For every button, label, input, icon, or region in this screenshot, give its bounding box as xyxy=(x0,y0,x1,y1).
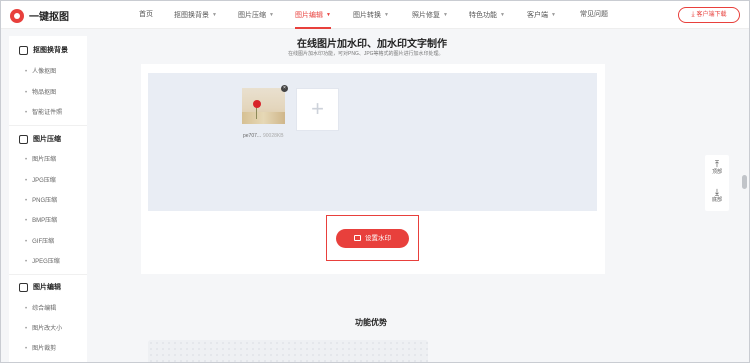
sidebar-section-title[interactable]: 图片压缩 xyxy=(9,133,87,145)
sidebar-item-combined-edit[interactable]: 综合编辑 xyxy=(25,304,56,314)
chevron-down-icon: ▼ xyxy=(384,12,389,18)
nav-item-cutout[interactable]: 抠图换背景 ▼ xyxy=(174,1,217,29)
sidebar-section-cutout: 抠图换背景 xyxy=(9,44,87,56)
sidebar-section-title[interactable]: 图片编辑 xyxy=(9,281,87,293)
set-watermark-button[interactable]: 设置水印 xyxy=(336,229,409,248)
plus-icon: + xyxy=(311,96,324,121)
top-nav-bar: 一键抠图 首页 抠图换背景 ▼ 图片压缩 ▼ 图片编辑 ▼ 图片转换 ▼ 照片修复 ▼ 特… xyxy=(1,1,749,29)
chevron-down-icon: ▼ xyxy=(212,12,217,18)
sidebar-item-resize[interactable]: 图片改大小 xyxy=(25,324,62,334)
vertical-scrollbar[interactable] xyxy=(740,29,749,362)
sidebar-item-png-compress[interactable]: PNG压缩 xyxy=(25,196,57,206)
page-description: 在线图片加水印功能，可对PNG、JPG等格式的图片进行加水印处理。 xyxy=(288,51,444,57)
page-title: 在线图片加水印、加水印文字制作 xyxy=(297,39,447,50)
float-toolbar: ⤒ 顶部 ⤓ 底部 xyxy=(705,155,729,211)
nav-item-home[interactable]: 首页 xyxy=(139,1,153,29)
uploaded-image-thumbnail[interactable] xyxy=(242,88,285,124)
edit-icon xyxy=(19,282,28,292)
nav-item-repair[interactable]: 照片修复 ▼ xyxy=(412,1,448,29)
advantages-heading: 功能优势 xyxy=(355,318,387,327)
logo-icon xyxy=(10,8,24,23)
sidebar-item-object-cutout[interactable]: 物品抠图 xyxy=(25,88,56,98)
nav-item-edit[interactable]: 图片编辑 ▼ xyxy=(295,1,331,29)
sidebar-section-title[interactable]: 抠图换背景 xyxy=(9,44,87,56)
chevron-down-icon: ▼ xyxy=(551,12,556,18)
sidebar-item-gif-compress[interactable]: GIF压缩 xyxy=(25,237,54,247)
sidebar-item-portrait-cutout[interactable]: 人像抠图 xyxy=(25,67,56,77)
scrollbar-thumb[interactable] xyxy=(742,175,747,189)
arrow-down-to-bottom-icon: ⤓ xyxy=(715,187,719,197)
divider xyxy=(9,125,87,126)
sidebar-item-crop[interactable]: 图片裁剪 xyxy=(25,344,56,354)
nav-item-client[interactable]: 客户端 ▼ xyxy=(527,1,556,29)
sidebar-item-bmp-compress[interactable]: BMP压缩 xyxy=(25,216,57,226)
advantages-illustration xyxy=(148,340,428,362)
sidebar-item-jpg-compress[interactable]: JPG压缩 xyxy=(25,176,56,186)
nav-item-faq[interactable]: 常见问题 xyxy=(580,1,608,29)
go-to-bottom-button[interactable]: ⤓ 底部 xyxy=(705,187,729,204)
arrow-up-to-top-icon: ⤒ xyxy=(715,159,719,169)
cutout-icon xyxy=(19,45,28,55)
watermark-icon xyxy=(354,235,361,241)
nav-item-compress[interactable]: 图片压缩 ▼ xyxy=(238,1,274,29)
chevron-down-icon: ▼ xyxy=(269,12,274,18)
upload-drop-zone[interactable] xyxy=(148,73,597,211)
sidebar-item-image-compress[interactable]: 图片压缩 xyxy=(25,155,56,165)
remove-image-close-icon[interactable]: × xyxy=(281,85,288,92)
sidebar-section-edit: 图片编辑 xyxy=(9,281,87,293)
nav-item-convert[interactable]: 图片转换 ▼ xyxy=(353,1,389,29)
compress-icon xyxy=(19,134,28,144)
download-icon: ⤓ xyxy=(691,11,695,18)
chevron-down-icon: ▼ xyxy=(500,12,505,18)
chevron-down-icon: ▼ xyxy=(326,12,331,18)
back-to-top-button[interactable]: ⤒ 顶部 xyxy=(705,159,729,176)
client-download-button[interactable]: ⤓ 客户端下载 xyxy=(678,7,740,23)
sidebar-item-jpeg-compress[interactable]: JPEG压缩 xyxy=(25,257,60,267)
divider xyxy=(9,274,87,275)
logo[interactable]: 一键抠图 xyxy=(10,8,69,23)
logo-text: 一键抠图 xyxy=(29,12,69,23)
nav-item-features[interactable]: 特色功能 ▼ xyxy=(469,1,505,29)
file-size: 90028KB xyxy=(263,133,284,139)
sidebar-section-compress: 图片压缩 xyxy=(9,133,87,145)
page: 一键抠图 首页 抠图换背景 ▼ 图片压缩 ▼ 图片编辑 ▼ 图片转换 ▼ 照片修复 ▼ 特… xyxy=(0,0,750,363)
chevron-down-icon: ▼ xyxy=(443,12,448,18)
file-name: pe707... xyxy=(243,133,262,139)
add-image-button[interactable]: + xyxy=(296,88,339,131)
sidebar-item-id-photo[interactable]: 智能证件照 xyxy=(25,108,62,118)
sidebar: 抠图换背景 人像抠图 物品抠图 智能证件照 图片压缩 图片压缩 JPG压缩 PN… xyxy=(9,36,87,362)
